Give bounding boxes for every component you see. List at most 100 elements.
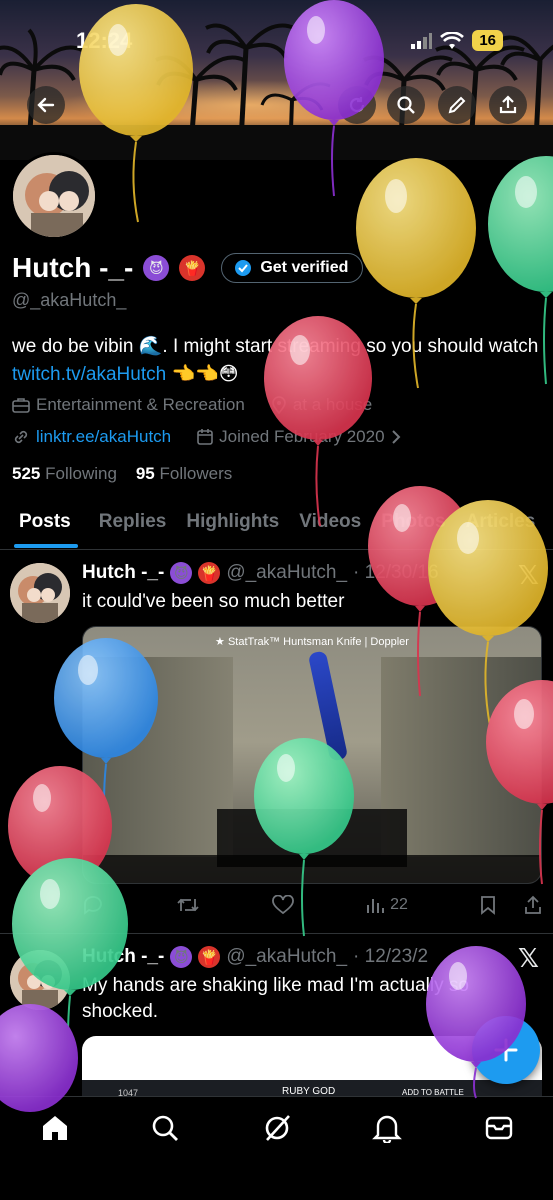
tweet-avatar[interactable]: [10, 563, 70, 623]
tweet-actions: 22: [82, 895, 542, 915]
views-button[interactable]: 22: [366, 896, 408, 914]
back-arrow-icon: [37, 97, 55, 113]
tweet-text: My hands are shaking like mad I'm actual…: [82, 975, 469, 1022]
compose-button[interactable]: [472, 1016, 540, 1084]
like-icon: [272, 895, 294, 915]
signal-icon: [411, 32, 433, 49]
tweet-author-handle: @_akaHutch_: [226, 562, 348, 583]
tweet-author-name[interactable]: Hutch -_-: [82, 946, 164, 968]
views-icon: [367, 899, 385, 913]
profile-avatar[interactable]: [10, 152, 98, 240]
link-icon: [14, 430, 28, 444]
status-icons: 16: [410, 30, 503, 51]
knife-graphic: [307, 650, 349, 762]
calendar-icon: [197, 429, 213, 445]
profile-tabs: Posts Replies Highlights Videos Photos A…: [0, 498, 553, 550]
tab-replies[interactable]: Replies: [91, 498, 179, 548]
profile-bio: we do be vibin 🌊. I might start streamin…: [12, 333, 542, 389]
edit-icon: [448, 96, 466, 114]
share-icon[interactable]: [524, 895, 542, 915]
followers-count: 95: [135, 464, 155, 483]
profile-joined-date: Joined February 2020: [219, 427, 385, 446]
refresh-icon: [349, 97, 365, 113]
search-icon: [397, 96, 415, 114]
tweet-date: · 12/30/16: [353, 562, 439, 583]
tweet-header: Hutch -_- 😈 🍟 @_akaHutch_ · 12/30/16: [82, 562, 439, 584]
like-button[interactable]: [272, 895, 294, 915]
retweet-button[interactable]: [176, 895, 200, 915]
tweet-author-name[interactable]: Hutch -_-: [82, 562, 164, 584]
tab-videos[interactable]: Videos: [291, 498, 373, 548]
bell-icon[interactable]: [372, 1113, 402, 1143]
profile-meta-row-2: linktr.ee/akaHutch Joined February 2020: [12, 427, 401, 447]
avatar-illustration: [10, 950, 70, 1010]
profile-handle: @_akaHutch_: [12, 290, 127, 310]
location-icon: [272, 396, 286, 414]
bio-twitch-link[interactable]: twitch.tv/akaHutch: [12, 364, 166, 385]
fries-emoji-icon: 🍟: [198, 946, 221, 968]
profile-name-row: Hutch -_- 😈 🍟 Get verified: [12, 252, 364, 284]
edit-button[interactable]: [438, 86, 476, 124]
get-verified-label: Get verified: [260, 259, 349, 276]
tweet-date: · 12/23/2: [353, 946, 429, 967]
bottom-navigation: [0, 1096, 553, 1200]
profile-category: Entertainment & Recreation: [36, 395, 245, 414]
tweet-avatar[interactable]: [10, 950, 70, 1010]
tweet-text: it could've been so much better: [82, 591, 345, 612]
followers-label: Followers: [159, 464, 233, 483]
share-button[interactable]: [489, 86, 527, 124]
search-icon[interactable]: [150, 1113, 180, 1143]
media-hud-bar: [83, 855, 541, 883]
devil-emoji-icon: 😈: [143, 255, 170, 281]
follow-stats: 525 Following 95 Followers: [12, 464, 232, 484]
following-count: 525: [12, 464, 41, 483]
mail-icon[interactable]: [484, 1113, 514, 1143]
profile-name: Hutch -_-: [12, 252, 134, 283]
profile-banner: [0, 0, 553, 160]
media-item-title: ★ StatTrak™ Huntsman Knife | Doppler: [215, 636, 409, 648]
profile-location: at a house: [292, 395, 373, 414]
tab-photos[interactable]: Photos: [373, 498, 457, 548]
get-verified-button[interactable]: Get verified: [221, 253, 364, 283]
refresh-button[interactable]: [338, 86, 376, 124]
tab-articles[interactable]: Articles: [458, 498, 544, 548]
devil-emoji-icon: 😈: [170, 946, 193, 968]
grok-icon[interactable]: [262, 1113, 292, 1143]
active-tab-indicator: [14, 544, 78, 548]
status-time: 12:24: [76, 28, 133, 53]
reply-icon: [84, 896, 102, 915]
chevron-right-icon[interactable]: [391, 429, 401, 445]
reply-button[interactable]: [82, 895, 104, 915]
followers-link[interactable]: 95 Followers: [136, 464, 232, 483]
ground-silhouette: [0, 125, 553, 160]
media-wall-left: [83, 657, 233, 857]
tweet-end-actions: [480, 895, 542, 915]
tab-highlights[interactable]: Highlights: [178, 498, 291, 548]
tweet-media-image[interactable]: ★ StatTrak™ Huntsman Knife | Doppler: [82, 626, 542, 884]
bio-text: we do be vibin 🌊. I might start streamin…: [12, 336, 539, 357]
tab-posts[interactable]: Posts: [0, 498, 91, 548]
fries-emoji-icon: 🍟: [198, 562, 221, 584]
retweet-icon: [177, 898, 199, 912]
verified-badge-icon: [235, 260, 252, 276]
share-icon: [499, 95, 517, 114]
tweet-header: Hutch -_- 😈 🍟 @_akaHutch_ · 12/23/2: [82, 946, 428, 968]
x-logo-icon: 𝕏: [518, 943, 539, 973]
devil-emoji-icon: 😈: [170, 562, 193, 584]
profile-meta-row-1: Entertainment & Recreation at a house: [12, 395, 372, 415]
wifi-icon: [440, 31, 465, 49]
tweet-author-handle: @_akaHutch_: [226, 946, 348, 967]
back-button[interactable]: [27, 86, 65, 124]
x-logo-icon: 𝕏: [518, 560, 539, 590]
briefcase-icon: [12, 398, 30, 413]
search-button[interactable]: [387, 86, 425, 124]
views-count: 22: [390, 896, 408, 913]
fries-emoji-icon: 🍟: [179, 255, 206, 281]
avatar-illustration: [13, 155, 95, 237]
bookmark-icon[interactable]: [480, 895, 496, 915]
tweet-divider: [0, 933, 553, 934]
following-link[interactable]: 525 Following: [12, 464, 117, 483]
profile-website-link[interactable]: linktr.ee/akaHutch: [36, 427, 171, 447]
home-icon[interactable]: [40, 1113, 70, 1143]
compose-plus-icon: [494, 1038, 518, 1062]
